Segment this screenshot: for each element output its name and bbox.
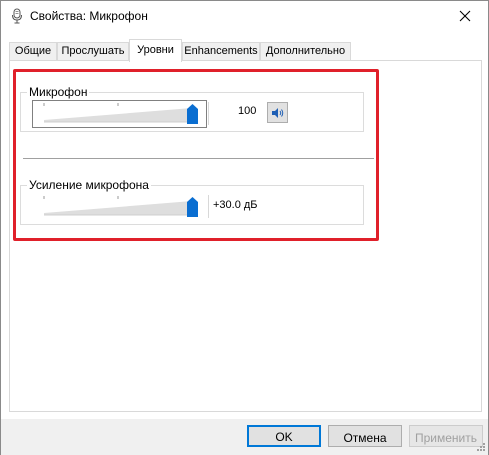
slider-track [32, 100, 207, 128]
cancel-button[interactable]: Отмена [328, 425, 402, 447]
resize-grip-icon[interactable] [476, 442, 486, 452]
properties-dialog: Свойства: Микрофон Общие Прослушать Уров… [0, 0, 489, 455]
tab-listen[interactable]: Прослушать [57, 42, 129, 61]
boost-group-label: Усиление микрофона [27, 178, 151, 192]
tab-enhancements[interactable]: Enhancements [182, 42, 260, 61]
close-icon [459, 10, 471, 22]
microphone-icon [10, 8, 24, 24]
apply-button[interactable]: Применить [409, 425, 483, 447]
close-button[interactable] [442, 1, 488, 31]
boost-level-value[interactable]: +30.0 дБ [213, 199, 258, 211]
microphone-slider-thumb[interactable] [187, 104, 198, 124]
mute-toggle-button[interactable] [267, 102, 288, 123]
value-separator [208, 195, 209, 218]
title-bar[interactable]: Свойства: Микрофон [1, 1, 488, 31]
microphone-level-slider[interactable] [32, 100, 207, 128]
ok-button[interactable]: OK [247, 425, 321, 447]
microphone-group-label: Микрофон [27, 85, 90, 99]
tab-general[interactable]: Общие [9, 42, 57, 61]
boost-level-slider[interactable] [32, 193, 207, 221]
tab-levels[interactable]: Уровни [129, 39, 182, 62]
section-divider [23, 158, 374, 159]
tab-strip: Общие Прослушать Уровни Enhancements Доп… [9, 39, 481, 62]
tab-advanced[interactable]: Дополнительно [260, 42, 351, 61]
value-separator [208, 102, 209, 125]
window-title: Свойства: Микрофон [30, 9, 148, 23]
slider-track [43, 196, 192, 216]
microphone-level-value[interactable]: 100 [238, 105, 256, 117]
boost-slider-thumb[interactable] [187, 197, 198, 217]
speaker-icon [271, 107, 283, 118]
